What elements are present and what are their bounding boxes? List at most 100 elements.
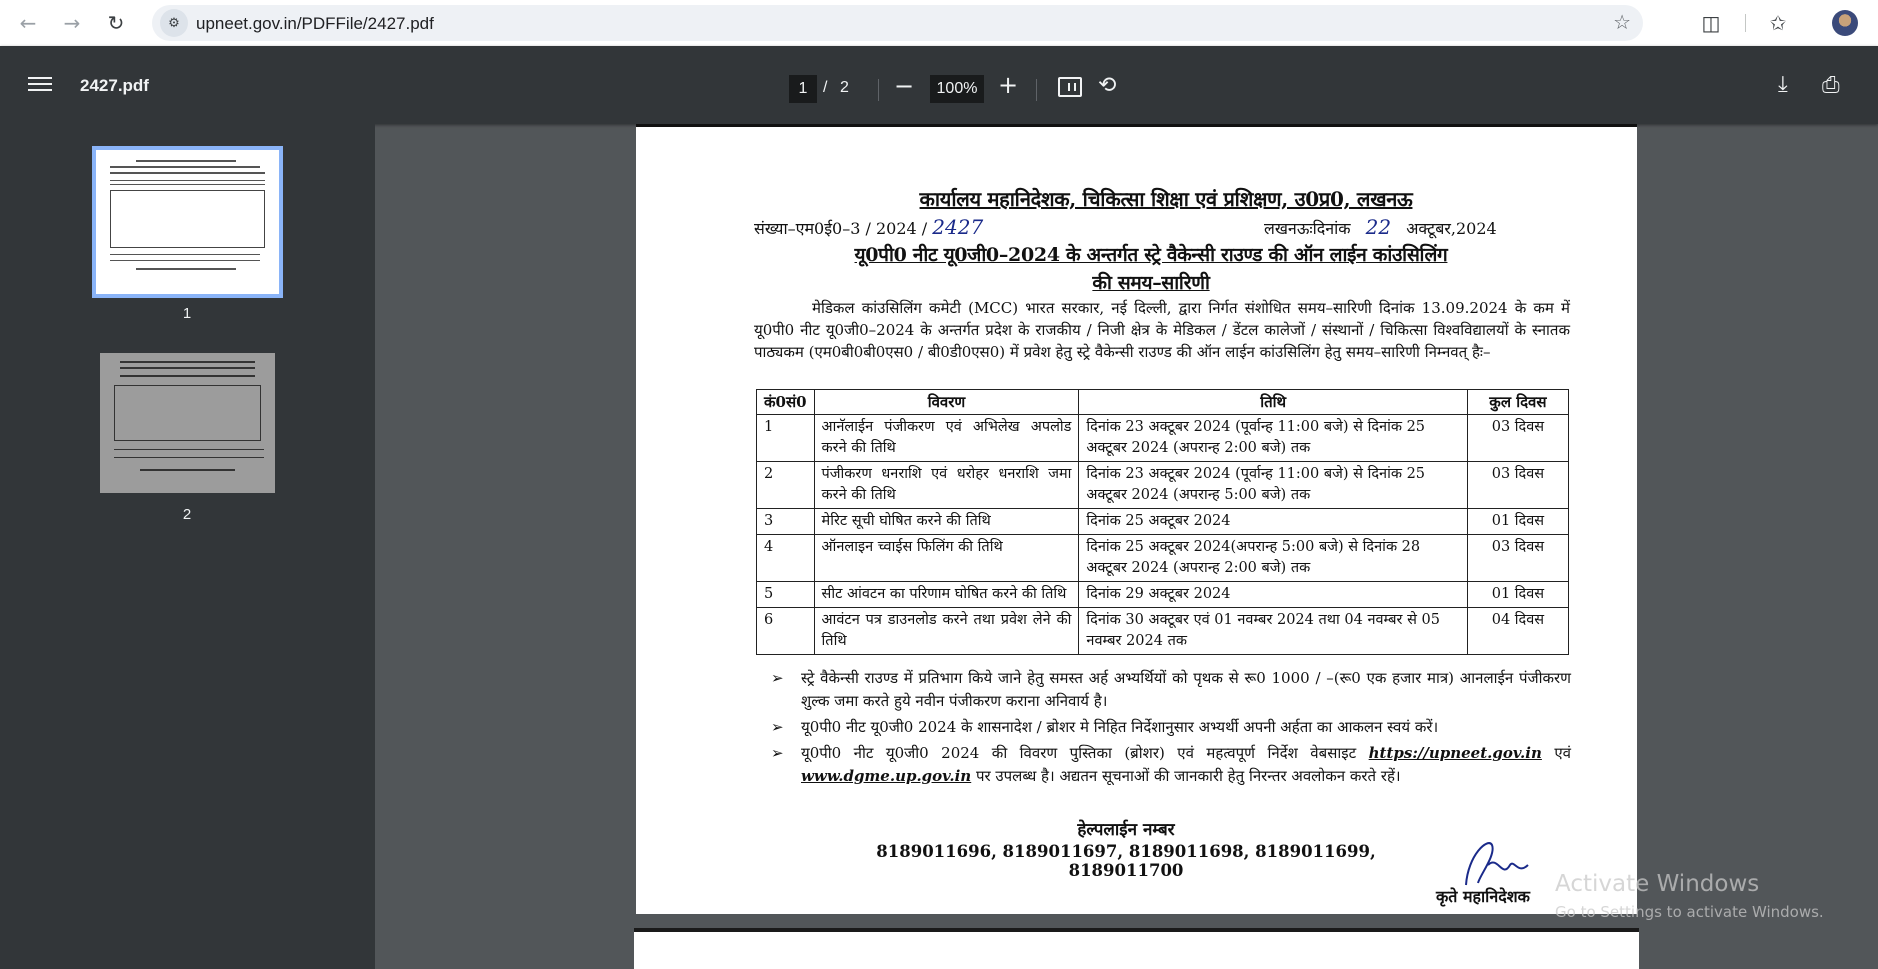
note-item: ➢ स्ट्रे वैकेन्सी राउण्ड में प्रतिभाग कि…: [771, 667, 1571, 713]
menu-icon[interactable]: [28, 73, 52, 97]
schedule-table: कं0सं0 विवरण तिथि कुल दिवस 1 आनॅलाईन पंज…: [756, 389, 1570, 655]
rotate-icon[interactable]: ⟲: [1098, 73, 1116, 98]
back-arrow-icon[interactable]: ←: [12, 7, 44, 39]
cell-date: दिनांक 25 अक्टूबर 2024: [1078, 508, 1468, 535]
helpline-title: हेल्पलाईन नम्बर: [1077, 820, 1175, 840]
pdf-page-2: [634, 932, 1639, 969]
print-icon[interactable]: ⎙: [1822, 73, 1840, 98]
table-row: 4 ऑनलाइन च्वाईस फिलिंग की तिथि दिनांक 25…: [756, 534, 1570, 582]
document-heading: यू0पी0 नीट यू0जी0–2024 के अन्तर्गत स्ट्र…: [746, 241, 1556, 297]
header-description: विवरण: [813, 389, 1080, 415]
thumbnail-text-line: [136, 268, 236, 270]
cell-days: 04 दिवस: [1466, 607, 1570, 655]
reference-prefix: संख्या–एम0ई0–3 / 2024 /: [754, 219, 928, 238]
cell-serial: 1: [756, 414, 815, 462]
cell-description: आवंटन पत्र डाउनलोड करने तथा प्रवेश लेने …: [813, 607, 1080, 655]
cell-serial: 5: [756, 581, 815, 608]
thumbnail-text-line: [110, 260, 260, 261]
extensions-icon[interactable]: ◫: [1695, 7, 1727, 39]
thumbnail-sidebar: 1 2: [0, 124, 375, 969]
notes-list: ➢ स्ट्रे वैकेन्सी राउण्ड में प्रतिभाग कि…: [771, 667, 1571, 791]
arrow-bullet-icon: ➢: [771, 744, 784, 762]
reload-icon[interactable]: ↻: [100, 7, 132, 39]
note-item: ➢ यू0पी0 नीट यू0जी0 2024 के शासनादेश / ब…: [771, 716, 1571, 739]
cell-days: 03 दिवस: [1466, 534, 1570, 582]
header-days: कुल दिवस: [1466, 389, 1570, 415]
thumbnail-text-line: [114, 449, 264, 450]
site-info-icon[interactable]: ⚙: [160, 9, 188, 37]
thumbnail-text-line: [110, 172, 265, 174]
thumbnail-text-line: [110, 166, 260, 168]
signature: [1465, 842, 1529, 886]
cell-description: सीट आंवटन का परिणाम घोषित करने की तिथि: [813, 581, 1080, 608]
thumbnail-text-line: [140, 469, 235, 471]
thumbnail-label-1: 1: [182, 305, 192, 322]
cell-date: दिनांक 23 अक्टूबर 2024 (पूर्वान्ह 11:00 …: [1078, 414, 1468, 462]
page-number-input[interactable]: 1: [789, 75, 817, 103]
profile-avatar[interactable]: [1832, 10, 1858, 36]
thumbnail-text-line: [110, 254, 260, 255]
handwritten-date: 22: [1365, 215, 1392, 239]
favorites-icon[interactable]: ✩: [1762, 7, 1794, 39]
zoom-level-input[interactable]: 100%: [930, 75, 984, 103]
note-text: एवं: [1541, 744, 1571, 762]
cell-serial: 4: [756, 534, 815, 582]
toolbar-divider: [1745, 14, 1746, 32]
pdf-toolbar: 2427.pdf 1 / 2 − 100% + ⟲ ⤓ ⎙: [0, 46, 1878, 124]
download-icon[interactable]: ⤓: [1778, 72, 1788, 97]
table-header-row: कं0सं0 विवरण तिथि कुल दिवस: [756, 389, 1570, 415]
note-text: स्ट्रे वैकेन्सी राउण्ड में प्रतिभाग किये…: [801, 669, 1571, 710]
toolbar-divider: [1036, 79, 1037, 101]
document-content: कार्यालय महानिदेशक, चिकित्सा शिक्षा एवं …: [636, 127, 1637, 914]
date-suffix: अक्टूबर,2024: [1406, 219, 1497, 238]
thumbnail-text-line: [120, 361, 255, 363]
cell-date: दिनांक 25 अक्टूबर 2024(अपरान्ह 5:00 बजे)…: [1078, 534, 1468, 582]
thumbnail-text-line: [114, 457, 264, 458]
arrow-bullet-icon: ➢: [771, 718, 784, 736]
dgme-website-link[interactable]: www.dgme.up.gov.in: [801, 767, 971, 785]
page-thumbnail-1[interactable]: [92, 146, 283, 298]
thumbnail-text-line: [136, 160, 236, 162]
windows-activation-watermark: Activate Windows: [1555, 871, 1760, 897]
zoom-in-button[interactable]: +: [998, 71, 1018, 99]
cell-serial: 6: [756, 607, 815, 655]
zoom-out-button[interactable]: −: [894, 72, 914, 100]
note-text: यू0पी0 नीट यू0जी0 2024 के शासनादेश / ब्र…: [801, 718, 1439, 736]
fit-to-page-icon[interactable]: [1058, 77, 1082, 97]
address-bar[interactable]: ⚙ upneet.gov.in/PDFFile/2427.pdf ☆: [152, 5, 1643, 41]
upneet-website-link[interactable]: https://upneet.gov.in: [1369, 744, 1542, 762]
thumbnail-table: [110, 190, 265, 248]
pdf-page-1: कार्यालय महानिदेशक, चिकित्सा शिक्षा एवं …: [636, 127, 1637, 914]
header-serial: कं0सं0: [756, 389, 815, 415]
reference-number: संख्या–एम0ई0–3 / 2024 / 2427: [754, 215, 983, 239]
arrow-bullet-icon: ➢: [771, 669, 784, 687]
cell-serial: 3: [756, 508, 815, 535]
intro-paragraph: मेडिकल कांउसिलिंग कमेटी (MCC) भारत सरकार…: [754, 299, 1570, 361]
cell-description: मेरिट सूची घोषित करने की तिथि: [813, 508, 1080, 535]
page-thumbnail-2[interactable]: [100, 353, 275, 493]
page-separator: /: [823, 79, 828, 96]
cell-date: दिनांक 30 अक्टूबर एवं 01 नवम्बर 2024 तथा…: [1078, 607, 1468, 655]
forward-arrow-icon[interactable]: →: [56, 7, 88, 39]
date-prefix: लखनऊःदिनांक: [1264, 219, 1351, 238]
note-text: यू0पी0 नीट यू0जी0 2024 की विवरण पुस्तिका…: [801, 744, 1369, 762]
signatory: कृते महानिदेशक: [1436, 887, 1530, 906]
table-row: 5 सीट आंवटन का परिणाम घोषित करने की तिथि…: [756, 581, 1570, 608]
cell-description: पंजीकरण धनराशि एवं धरोहर धनराशि जमा करने…: [813, 461, 1080, 509]
thumbnail-text-line: [110, 180, 265, 181]
helpline-numbers: 8189011696, 8189011697, 8189011698, 8189…: [876, 842, 1376, 880]
browser-toolbar: ← → ↻ ⚙ upneet.gov.in/PDFFile/2427.pdf ☆…: [0, 0, 1878, 46]
bookmark-star-icon[interactable]: ☆: [1613, 10, 1631, 34]
cell-date: दिनांक 23 अक्टूबर 2024 (पूर्वान्ह 11:00 …: [1078, 461, 1468, 509]
handwritten-reference: 2427: [932, 215, 984, 239]
header-date: तिथि: [1078, 389, 1468, 415]
note-item: ➢ यू0पी0 नीट यू0जी0 2024 की विवरण पुस्ति…: [771, 742, 1571, 788]
office-title: कार्यालय महानिदेशक, चिकित्सा शिक्षा एवं …: [919, 187, 1413, 211]
thumbnail-text-line: [120, 367, 255, 369]
cell-serial: 2: [756, 461, 815, 509]
heading-line-2: की समय–सारिणी: [1092, 272, 1210, 294]
table-row: 2 पंजीकरण धनराशि एवं धरोहर धनराशि जमा कर…: [756, 461, 1570, 509]
url-text[interactable]: upneet.gov.in/PDFFile/2427.pdf: [196, 14, 434, 34]
cell-description: आनॅलाईन पंजीकरण एवं अभिलेख अपलोड करने की…: [813, 414, 1080, 462]
cell-date: दिनांक 29 अक्टूबर 2024: [1078, 581, 1468, 608]
